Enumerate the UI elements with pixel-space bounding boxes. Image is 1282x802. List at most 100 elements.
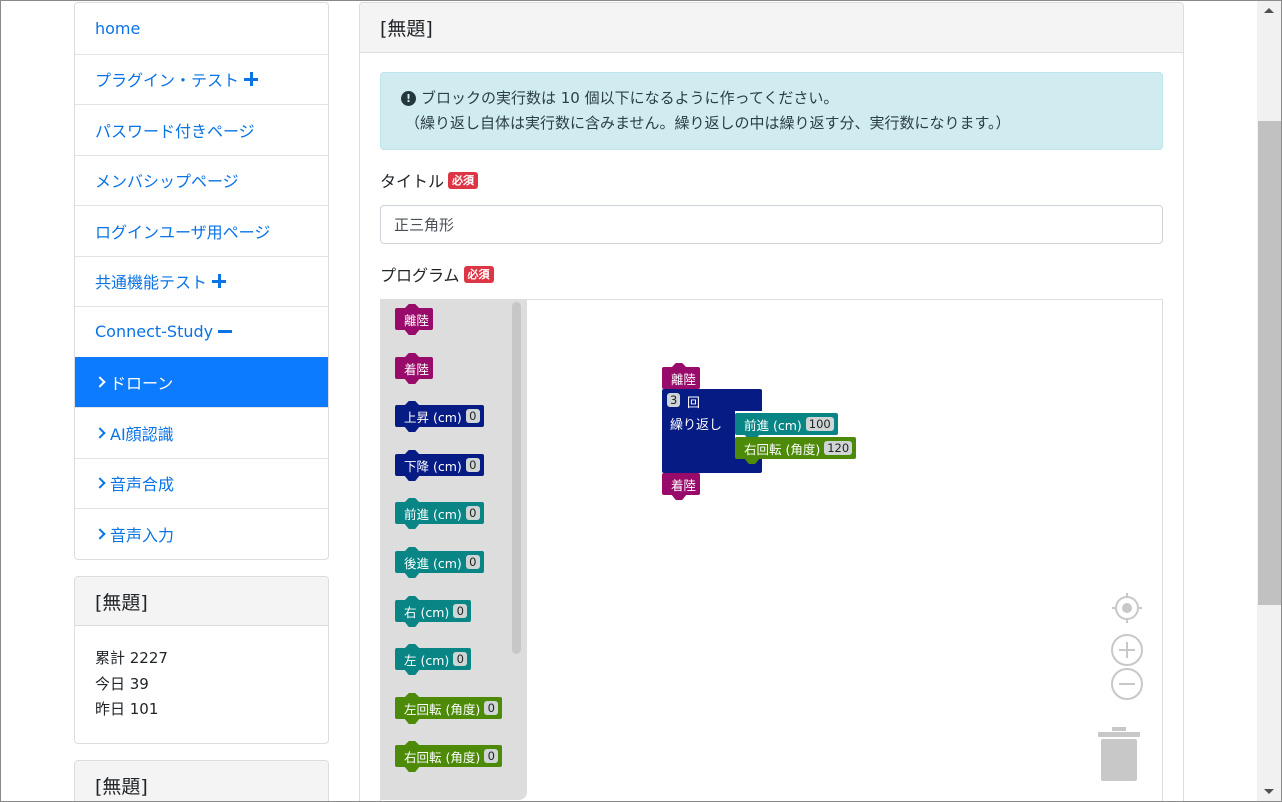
- chevron-right-icon: [94, 427, 106, 439]
- nav-item-label: メンバシップページ: [95, 172, 239, 192]
- turn-value-field[interactable]: 120: [824, 441, 853, 455]
- counter-card: [無題] 累計 2227 今日 39 昨日 101: [74, 576, 329, 744]
- chevron-right-icon: [94, 528, 106, 540]
- bottom-card: [無題]: [74, 760, 329, 801]
- counter-total: 累計 2227: [95, 649, 168, 667]
- nav-item-label: ログインユーザ用ページ: [95, 222, 271, 242]
- repeat-count-field[interactable]: 3: [667, 393, 681, 407]
- repeat-unit: 回: [687, 396, 701, 411]
- alert-line2: （繰り返し自体は実行数に含みません。繰り返しの中は繰り返す分、実行数になります。…: [405, 114, 1011, 132]
- block-label: 左 (cm): [404, 652, 450, 668]
- flyout-block[interactable]: 左回転 (角度) 0: [395, 697, 503, 719]
- card-title: [無題]: [75, 577, 328, 626]
- repeat-label: 繰り返し: [670, 418, 723, 433]
- nav-item-label: Connect-Study: [95, 322, 214, 342]
- turn-right-block[interactable]: 右回転 (角度) 120: [735, 437, 857, 459]
- flyout-block[interactable]: 上昇 (cm) 0: [395, 405, 484, 427]
- forward-block[interactable]: 前進 (cm) 100: [735, 413, 838, 435]
- block-value-field[interactable]: 0: [465, 409, 480, 423]
- block-value-field[interactable]: 0: [484, 701, 499, 715]
- page-title: [無題]: [360, 3, 1183, 53]
- trash-icon[interactable]: [1098, 727, 1140, 781]
- recenter-icon[interactable]: [1110, 591, 1144, 625]
- block-label: 離陸: [404, 312, 430, 328]
- chevron-right-icon: [94, 477, 106, 489]
- expand-plus-icon[interactable]: [212, 274, 227, 289]
- land-block[interactable]: 着陸: [662, 473, 701, 495]
- required-badge: 必須: [448, 171, 479, 189]
- zoom-in-icon[interactable]: [1110, 633, 1144, 667]
- nav-item-label: ドローン: [110, 374, 174, 394]
- block-value-field[interactable]: 0: [465, 506, 480, 520]
- title-label-row: タイトル 必須: [380, 168, 479, 192]
- flyout-block[interactable]: 離陸: [395, 308, 434, 330]
- nav-item-drone[interactable]: ドローン: [75, 356, 328, 407]
- zoom-out-icon[interactable]: [1110, 667, 1144, 701]
- title-label: タイトル: [380, 172, 445, 191]
- block-label: 下降 (cm): [404, 458, 462, 474]
- nav-item-label: 音声入力: [110, 525, 175, 545]
- nav-item-speech-synthesis[interactable]: 音声合成: [75, 457, 328, 509]
- nav-item-common-test[interactable]: 共通機能テスト: [75, 255, 328, 307]
- card-title: [無題]: [75, 761, 328, 801]
- page-scrollbar-thumb[interactable]: [1258, 121, 1281, 605]
- collapse-minus-icon[interactable]: [218, 325, 233, 339]
- block-value-field[interactable]: 0: [465, 458, 480, 472]
- block-label: 左回転 (角度): [404, 701, 481, 717]
- exclamation-icon: !: [401, 91, 416, 106]
- block-label: 前進 (cm): [744, 417, 802, 433]
- nav-item-plugin-test[interactable]: プラグイン・テスト: [75, 53, 328, 105]
- block-label: 着陸: [671, 477, 697, 493]
- nav-item-password-page[interactable]: パスワード付きページ: [75, 104, 328, 155]
- sidebar-nav: home プラグイン・テスト パスワード付きページ メンバシップページ ログイン…: [74, 2, 329, 560]
- program-label-row: プログラム 必須: [380, 262, 494, 286]
- nav-item-label: パスワード付きページ: [95, 121, 255, 141]
- nav-item-membership-page[interactable]: メンバシップページ: [75, 154, 328, 206]
- block-label: 離陸: [671, 371, 697, 387]
- nav-item-home[interactable]: home: [75, 3, 328, 54]
- alert-line1: ブロックの実行数は 10 個以下になるように作ってください。: [421, 89, 839, 107]
- block-label: 右回転 (角度): [404, 749, 481, 765]
- flyout-block[interactable]: 着陸: [395, 357, 434, 379]
- forward-value-field[interactable]: 100: [805, 417, 834, 431]
- flyout-block[interactable]: 右回転 (角度) 0: [395, 745, 503, 767]
- nav-item-label: 共通機能テスト: [95, 273, 208, 293]
- flyout-scrollbar[interactable]: [512, 302, 521, 654]
- nav-item-label: AI顔認識: [110, 424, 174, 444]
- block-label: 後進 (cm): [404, 555, 462, 571]
- block-value-field[interactable]: 0: [484, 749, 499, 763]
- counter-today: 今日 39: [95, 674, 149, 693]
- nav-item-speech-input[interactable]: 音声入力: [75, 508, 328, 559]
- block-value-field[interactable]: 0: [453, 652, 468, 666]
- nav-item-connect-study[interactable]: Connect-Study: [75, 306, 328, 357]
- flyout-block[interactable]: 前進 (cm) 0: [395, 502, 484, 524]
- nav-item-label: 音声合成: [110, 475, 175, 495]
- info-alert: ! ブロックの実行数は 10 個以下になるように作ってください。 （繰り返し自体は…: [380, 72, 1163, 150]
- block-label: 右 (cm): [404, 604, 450, 620]
- browser-frame: home プラグイン・テスト パスワード付きページ メンバシップページ ログイン…: [0, 0, 1282, 802]
- block-label: 着陸: [404, 361, 430, 377]
- expand-plus-icon[interactable]: [244, 72, 259, 87]
- title-input[interactable]: 正三角形: [380, 205, 1163, 244]
- nav-item-label: home: [95, 18, 141, 38]
- flyout-block[interactable]: 右 (cm) 0: [395, 600, 472, 622]
- block-label: 上昇 (cm): [404, 409, 462, 425]
- counter-yesterday: 昨日 101: [95, 700, 159, 718]
- scroll-up-arrow-icon[interactable]: [1264, 8, 1274, 13]
- chevron-right-icon: [94, 376, 106, 388]
- block-flyout: 離陸 着陸 上昇 (cm) 0 下降 (cm) 0 前進 (cm) 0 後進 (cm) 0 右 (c…: [381, 300, 527, 800]
- nav-item-label: プラグイン・テスト: [95, 71, 240, 91]
- nav-item-ai-face[interactable]: AI顔認識: [75, 407, 328, 458]
- block-value-field[interactable]: 0: [453, 604, 468, 618]
- flyout-block[interactable]: 後進 (cm) 0: [395, 551, 484, 573]
- blockly-workspace[interactable]: 離陸 着陸 上昇 (cm) 0 下降 (cm) 0 前進 (cm) 0 後進 (cm) 0 右 (c…: [380, 299, 1163, 801]
- required-badge: 必須: [463, 265, 494, 283]
- block-label: 前進 (cm): [404, 506, 462, 522]
- nav-item-login-user-page[interactable]: ログインユーザ用ページ: [75, 205, 328, 256]
- takeoff-block[interactable]: 離陸: [662, 367, 701, 389]
- block-label: 右回転 (角度): [744, 441, 821, 457]
- block-value-field[interactable]: 0: [465, 555, 480, 569]
- flyout-block[interactable]: 左 (cm) 0: [395, 648, 472, 670]
- flyout-block[interactable]: 下降 (cm) 0: [395, 454, 484, 476]
- scroll-down-arrow-icon[interactable]: [1264, 789, 1274, 794]
